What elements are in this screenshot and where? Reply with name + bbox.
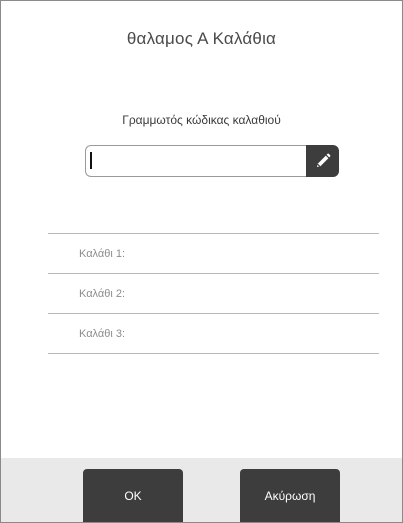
basket-list: Καλάθι 1: Καλάθι 2: Καλάθι 3: (48, 233, 379, 354)
basket-row-label: Καλάθι 1: (79, 247, 126, 260)
basket-row-3[interactable]: Καλάθι 3: (48, 314, 379, 354)
ok-button[interactable]: OK (83, 469, 183, 522)
basket-row-2[interactable]: Καλάθι 2: (48, 274, 379, 314)
basket-row-1[interactable]: Καλάθι 1: (48, 234, 379, 274)
pencil-icon (316, 153, 330, 167)
basket-row-label: Καλάθι 2: (79, 287, 126, 300)
text-caret (90, 152, 92, 169)
basket-row-label: Καλάθι 3: (79, 327, 126, 340)
edit-barcode-button[interactable] (306, 145, 339, 177)
dialog-title: θαλαμος Α Καλάθια (126, 29, 277, 48)
barcode-label: Γραμμωτός κώδικας καλαθιού (122, 113, 281, 127)
barcode-field (85, 145, 339, 177)
cancel-button[interactable]: Ακύρωση (240, 469, 340, 522)
barcode-input[interactable] (85, 145, 307, 177)
dialog-footer: OK Ακύρωση (1, 458, 402, 522)
basket-dialog: θαλαμος Α Καλάθια Γραμμωτός κώδικας καλα… (0, 0, 403, 523)
